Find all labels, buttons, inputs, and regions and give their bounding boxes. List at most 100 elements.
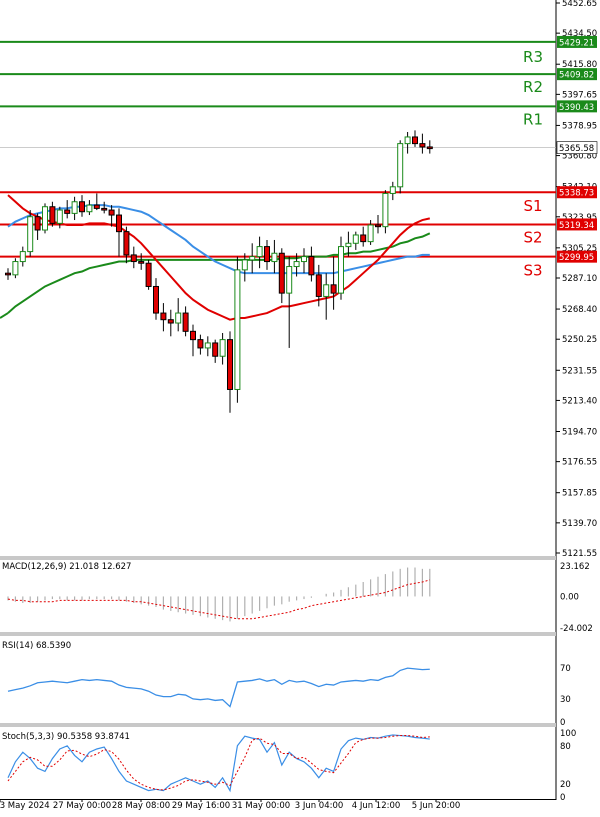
- price-tick-label: 5250.25: [562, 335, 597, 345]
- candle[interactable]: [86, 204, 93, 213]
- candle[interactable]: [27, 216, 34, 253]
- candle[interactable]: [323, 284, 330, 297]
- stoch-tick-label: 20: [560, 780, 571, 790]
- candle[interactable]: [426, 146, 433, 150]
- candle[interactable]: [145, 262, 152, 287]
- candle[interactable]: [167, 319, 174, 324]
- candle[interactable]: [12, 261, 19, 276]
- moving-average-blue: [7, 204, 430, 275]
- candle[interactable]: [330, 284, 337, 294]
- candle[interactable]: [249, 256, 256, 261]
- ma-green-extension: [0, 312, 9, 319]
- main-pane: 5452.655434.505415.805397.655378.955360.…: [0, 0, 598, 559]
- candle[interactable]: [175, 312, 182, 324]
- candle[interactable]: [197, 339, 204, 349]
- rsi-pane-divider[interactable]: [0, 632, 556, 636]
- price-tick-label: 5268.40: [562, 305, 597, 315]
- candle[interactable]: [130, 254, 137, 263]
- rsi-label: RSI(14) 68.5390: [2, 641, 71, 651]
- time-tick-label: 31 May 00:00: [232, 801, 290, 811]
- candle[interactable]: [397, 143, 404, 188]
- candle[interactable]: [241, 259, 248, 271]
- candle[interactable]: [227, 339, 233, 390]
- price-tick-label: 5287.10: [562, 274, 597, 284]
- stoch-tick-label: 100: [560, 729, 576, 739]
- candle[interactable]: [382, 192, 389, 228]
- candle[interactable]: [56, 209, 63, 224]
- candle[interactable]: [19, 251, 26, 263]
- time-tick-label: 3 Jun 04:00: [295, 801, 344, 811]
- time-tick-label: 4 Jun 12:00: [352, 801, 401, 811]
- time-tick-label: 27 May 00:00: [53, 801, 111, 811]
- level-name-s2: S2: [523, 228, 542, 246]
- candle[interactable]: [108, 209, 115, 216]
- stoch-label: Stoch(5,3,3) 90.5358 93.8741: [2, 732, 130, 742]
- candle[interactable]: [301, 256, 307, 263]
- candle[interactable]: [338, 246, 344, 294]
- candle[interactable]: [5, 272, 11, 276]
- price-tick-label: 5397.65: [562, 90, 597, 100]
- candle[interactable]: [419, 143, 426, 148]
- candle[interactable]: [404, 136, 411, 145]
- candle[interactable]: [212, 342, 219, 357]
- stoch-pane-divider[interactable]: [0, 723, 556, 727]
- level-price-label: 5319.34: [559, 221, 594, 231]
- level-name-r3: R3: [523, 48, 543, 66]
- candle[interactable]: [271, 252, 278, 263]
- price-tick-label: 5452.65: [562, 0, 597, 9]
- candle[interactable]: [293, 261, 300, 268]
- candle[interactable]: [64, 209, 71, 214]
- candle[interactable]: [256, 246, 263, 258]
- candle[interactable]: [315, 274, 322, 297]
- time-tick-label: 5 Jun 20:00: [412, 801, 461, 811]
- macd-tick-label: 23.162: [560, 562, 590, 572]
- current-price-label: 5365.58: [559, 144, 594, 154]
- candle[interactable]: [42, 206, 48, 231]
- candle[interactable]: [79, 201, 85, 213]
- candle[interactable]: [264, 246, 270, 263]
- price-tick-label: 5231.55: [562, 366, 597, 376]
- candle[interactable]: [160, 312, 167, 321]
- candle[interactable]: [101, 207, 108, 211]
- candle[interactable]: [71, 201, 78, 214]
- candle[interactable]: [204, 342, 211, 349]
- candle[interactable]: [367, 224, 374, 243]
- candle[interactable]: [412, 136, 418, 145]
- time-tick-label: 23 May 2024: [0, 801, 50, 811]
- candle[interactable]: [219, 339, 226, 357]
- level-name-r1: R1: [523, 110, 543, 128]
- candle[interactable]: [49, 206, 56, 224]
- candle[interactable]: [352, 234, 359, 244]
- candle[interactable]: [375, 224, 381, 228]
- level-name-s1: S1: [523, 197, 542, 215]
- candle[interactable]: [286, 266, 293, 294]
- stoch-tick-label: 0: [560, 793, 565, 803]
- candle[interactable]: [308, 256, 315, 276]
- macd-pane: MACD(12,26,9) 21.018 12.627 23.162 0.00 -24…: [2, 562, 593, 634]
- stoch-k-line: [7, 734, 430, 793]
- macd-pane-divider[interactable]: [0, 556, 556, 560]
- candle[interactable]: [345, 242, 352, 248]
- candle[interactable]: [389, 186, 396, 194]
- candle[interactable]: [123, 231, 130, 256]
- candle[interactable]: [138, 261, 145, 264]
- candle[interactable]: [360, 234, 367, 243]
- rsi-tick-label: 0: [560, 718, 565, 728]
- rsi-tick-label: 30: [560, 695, 571, 705]
- time-tick-label: 28 May 08:00: [112, 801, 170, 811]
- candle[interactable]: [234, 269, 241, 390]
- moving-average-green: [7, 232, 431, 314]
- candle[interactable]: [190, 330, 196, 341]
- time-axis: 23 May 202427 May 00:0028 May 08:0029 Ma…: [0, 799, 460, 811]
- candle[interactable]: [116, 214, 122, 233]
- rsi-pane: RSI(14) 68.5390 70 30 0: [2, 641, 571, 728]
- time-tick-label: 29 May 16:00: [172, 801, 230, 811]
- candle[interactable]: [93, 204, 100, 209]
- candle[interactable]: [278, 252, 285, 294]
- price-chart[interactable]: 5452.655434.505415.805397.655378.955360.…: [0, 0, 600, 817]
- level-price-label: 5390.43: [559, 103, 594, 113]
- candle[interactable]: [153, 285, 159, 314]
- candle[interactable]: [34, 216, 41, 231]
- price-tick-label: 5378.95: [562, 121, 597, 131]
- candle[interactable]: [182, 312, 189, 332]
